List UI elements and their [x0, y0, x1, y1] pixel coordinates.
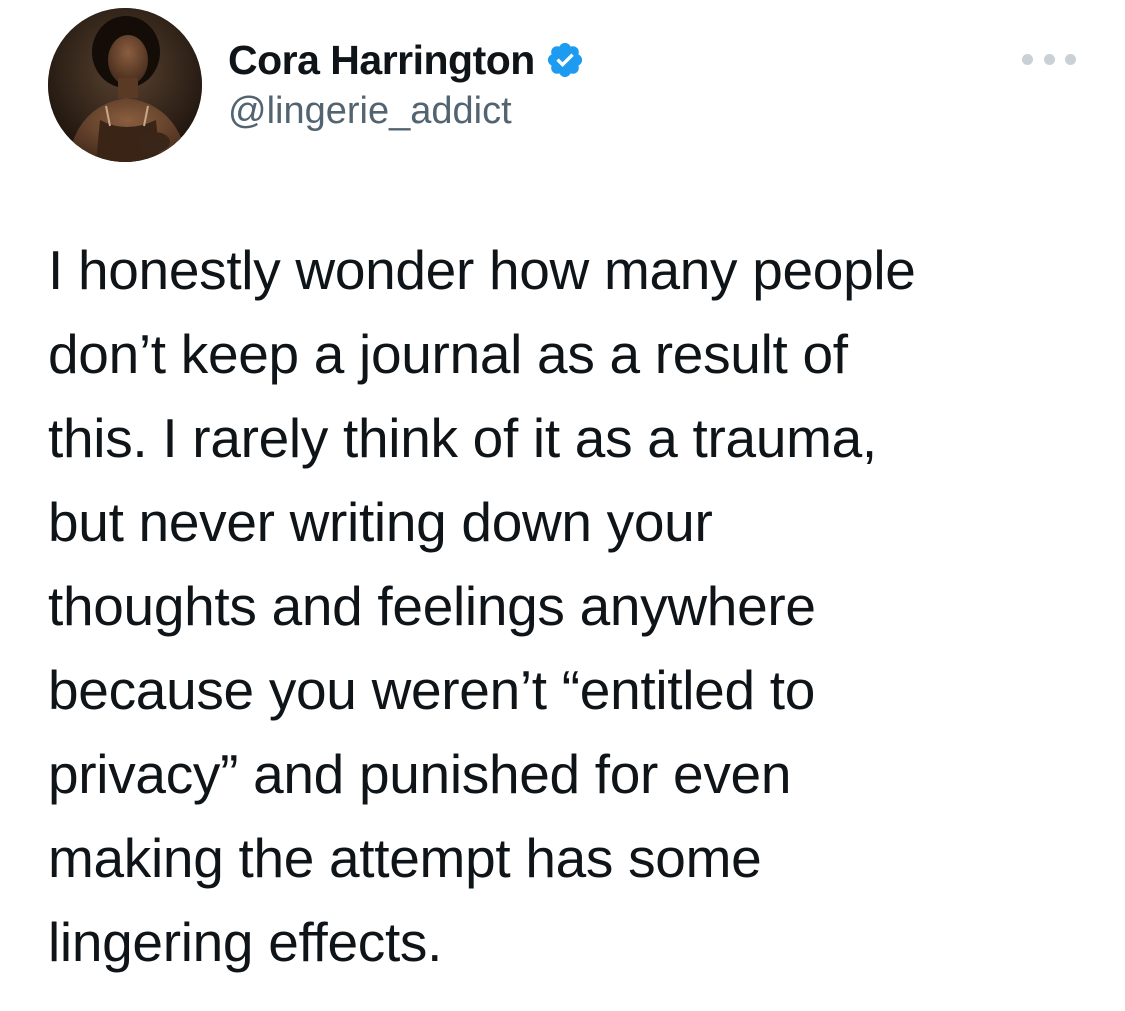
more-dot — [1043, 53, 1055, 65]
tweet-text-line: I honestly wonder how many people — [48, 239, 916, 301]
tweet-text-line: don’t keep a journal as a result of — [48, 323, 848, 385]
tweet-text-line: because you weren’t “entitled to — [48, 659, 815, 721]
author-handle[interactable]: @lingerie_addict — [228, 90, 512, 133]
avatar-image — [48, 8, 202, 162]
tweet-text: I honestly wonder how many people don’t … — [48, 228, 1088, 984]
tweet-text-line: thoughts and feelings anywhere — [48, 575, 816, 637]
tweet-text-line: making the attempt has some — [48, 827, 762, 889]
tweet-text-line: privacy” and punished for even — [48, 743, 792, 805]
author-name-row: Cora Harrington — [228, 36, 585, 84]
author-display-name[interactable]: Cora Harrington — [228, 37, 535, 84]
verified-badge-icon — [545, 40, 585, 80]
tweet-card: Cora Harrington @lingerie_addict I hones… — [0, 0, 1125, 1011]
tweet-text-line: this. I rarely think of it as a trauma, — [48, 407, 877, 469]
tweet-text-line: but never writing down your — [48, 491, 713, 553]
more-dot — [1065, 53, 1076, 65]
more-dot — [1022, 53, 1033, 65]
tweet-text-line: lingering effects. — [48, 911, 443, 973]
avatar[interactable] — [48, 8, 202, 162]
more-options-icon[interactable] — [1022, 44, 1076, 74]
